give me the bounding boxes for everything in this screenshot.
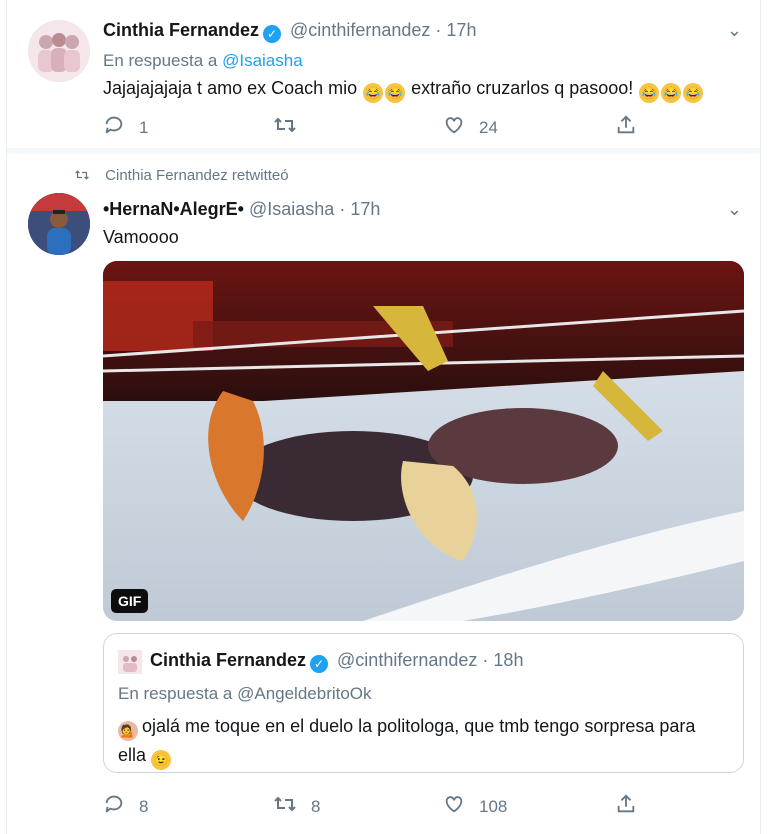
separator-dot: · (435, 20, 442, 40)
reply-icon (103, 793, 125, 821)
timestamp[interactable]: 17h (350, 199, 380, 219)
reply-context: En respuesta a @Isaiasha (103, 51, 303, 71)
retweet-context-label[interactable]: Cinthia Fernandez retwitteó (105, 167, 288, 184)
tweet-text: Jajajajajaja t amo ex Coach mio 😂 😂 extra… (103, 78, 704, 103)
tweet-text-part-2: extraño cruzarlos q pasooo! (411, 78, 634, 98)
joy-emoji-icon: 😂 (385, 83, 406, 103)
tweet-header: •HernaN•AlegrE• @Isaiasha · 17h (103, 199, 380, 220)
retweet-button[interactable]: 8 (273, 793, 320, 821)
display-name: Cinthia Fernandez (150, 650, 307, 670)
tweet-header: Cinthia Fernandez ✓ @cinthifernandez · 17… (103, 20, 476, 43)
quoted-text-content: ojalá me toque en el duelo la politologa… (118, 716, 696, 765)
user-handle[interactable]: @cinthifernandez (290, 20, 430, 40)
woman-tipping-hand-emoji-icon: 💁 (118, 721, 138, 741)
reply-prefix: En respuesta a (118, 684, 233, 703)
timestamp: 18h (493, 650, 524, 670)
separator-dot: · (482, 650, 489, 670)
wrestling-gif-image (103, 261, 744, 621)
tweet-actions: 1 24 (103, 114, 663, 140)
gif-badge: GIF (111, 589, 149, 613)
joy-emoji-icon: 😂 (363, 83, 384, 103)
tweet-actions: 8 8 108 (103, 793, 663, 819)
timestamp[interactable]: 17h (446, 20, 476, 40)
user-handle[interactable]: @Isaiasha (249, 199, 334, 219)
display-name[interactable]: Cinthia Fernandez (103, 20, 259, 40)
avatar[interactable] (28, 193, 90, 255)
timeline: Cinthia Fernandez ✓ @cinthifernandez · 17… (6, 0, 761, 834)
gif-media[interactable]: GIF (103, 261, 744, 621)
retweet-count: 8 (311, 797, 321, 816)
joy-emoji-icon: 😂 (639, 83, 660, 103)
verified-badge-icon: ✓ (310, 655, 329, 673)
user-handle: @cinthifernandez (337, 650, 478, 670)
reply-button[interactable]: 1 (103, 114, 148, 142)
avatar (118, 650, 142, 674)
joy-emoji-icon: 😂 (661, 83, 682, 103)
share-icon (615, 793, 637, 821)
reply-handle: @AngeldebritoOk (237, 684, 372, 703)
reply-prefix: En respuesta a (103, 51, 218, 70)
share-button[interactable] (615, 793, 651, 821)
heart-icon (443, 793, 465, 821)
winking-face-emoji-icon: 😉 (151, 750, 172, 770)
tweet-text: Vamoooo (103, 227, 179, 247)
retweet-icon (273, 793, 297, 821)
reply-handle-link[interactable]: @Isaiasha (222, 51, 303, 70)
like-count: 108 (479, 797, 508, 816)
reply-count: 8 (139, 797, 149, 816)
separator-dot: · (339, 199, 346, 219)
avatar[interactable] (28, 20, 90, 82)
quoted-header: Cinthia Fernandez ✓ @cinthifernandez · 18… (150, 650, 523, 673)
verified-badge-icon: ✓ (263, 25, 282, 43)
joy-emoji-icon: 😂 (683, 83, 704, 103)
reply-count: 1 (139, 118, 149, 137)
retweet-icon (273, 114, 297, 142)
like-count: 24 (479, 118, 498, 137)
heart-icon (443, 114, 465, 142)
retweet-context: Cinthia Fernandez retwitteó (73, 167, 289, 184)
display-name[interactable]: •HernaN•AlegrE• (103, 199, 244, 219)
chevron-down-icon[interactable]: ⌄ (727, 199, 742, 220)
retweet-icon (73, 167, 95, 184)
tweet-text-part-1: Jajajajajaja t amo ex Coach mio (103, 78, 358, 98)
tweet[interactable]: Cinthia Fernandez ✓ @cinthifernandez · 17… (7, 0, 760, 150)
chevron-down-icon[interactable]: ⌄ (727, 20, 742, 41)
reply-button[interactable]: 8 (103, 793, 148, 821)
quoted-tweet[interactable]: Cinthia Fernandez ✓ @cinthifernandez · 18… (103, 633, 744, 773)
like-button[interactable]: 108 (443, 793, 507, 821)
tweet[interactable]: Cinthia Fernandez retwitteó •HernaN•Aleg… (7, 151, 760, 834)
quoted-text: 💁 ojalá me toque en el duelo la politolog… (118, 712, 718, 770)
like-button[interactable]: 24 (443, 114, 498, 142)
share-button[interactable] (615, 114, 651, 142)
reply-context: En respuesta a @AngeldebritoOk (118, 684, 372, 704)
share-icon (615, 114, 637, 142)
retweet-button[interactable] (273, 114, 311, 142)
reply-icon (103, 114, 125, 142)
